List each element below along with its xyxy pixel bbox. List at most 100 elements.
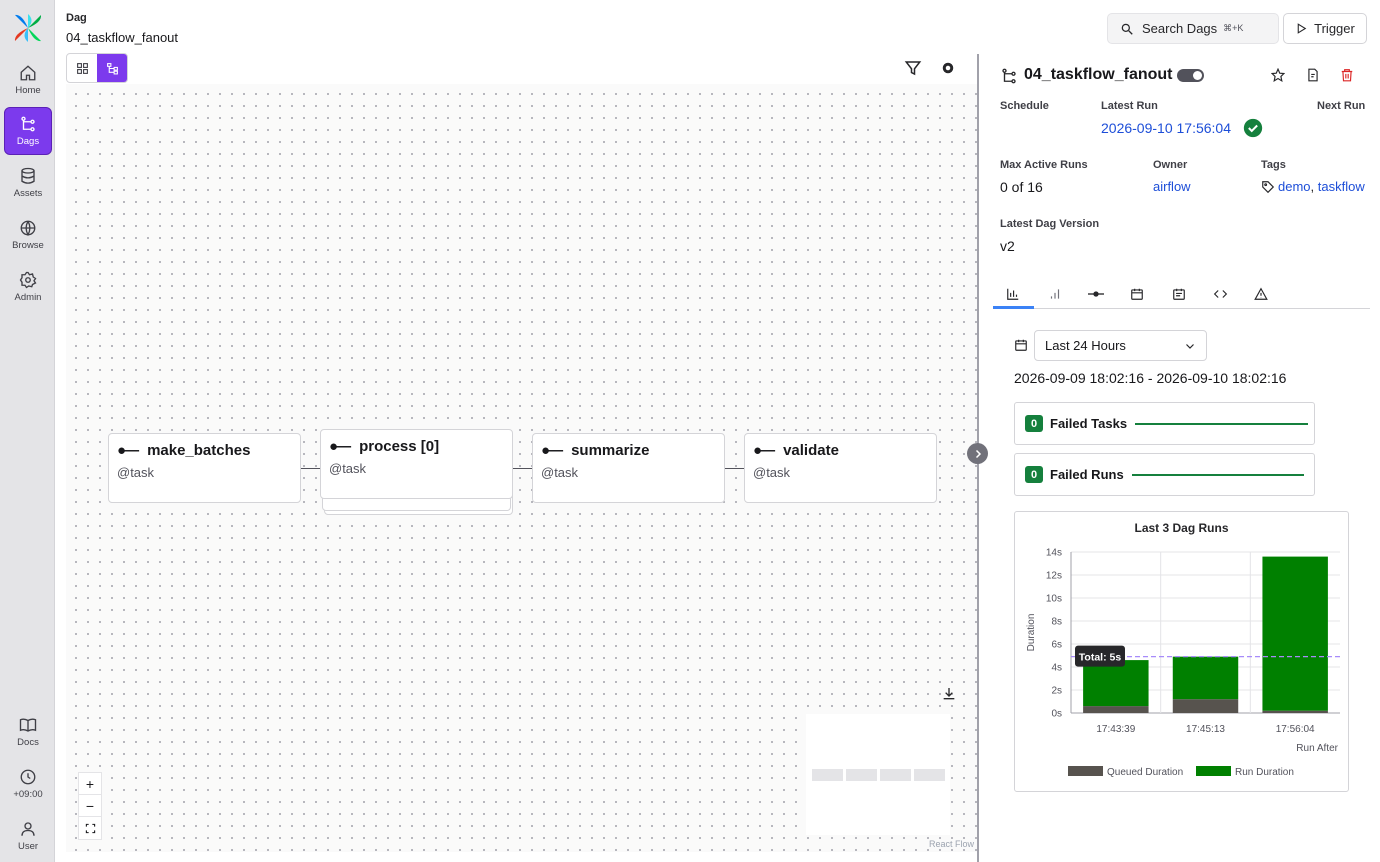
minimap[interactable]: [806, 714, 950, 835]
airflow-logo[interactable]: [12, 12, 44, 44]
tag-demo[interactable]: demo: [1278, 179, 1311, 194]
download-icon[interactable]: [941, 686, 957, 702]
failed-tasks-sparkline: [1135, 422, 1309, 425]
search-icon: [1121, 23, 1133, 35]
tag-icon: [1262, 180, 1275, 193]
search-shortcut: ⌘+K: [1223, 23, 1244, 33]
nav-timezone[interactable]: +09:00: [4, 760, 52, 808]
tab-code[interactable]: [1210, 284, 1230, 304]
fit-view-icon: [85, 823, 95, 833]
schedule-label: Schedule: [1000, 100, 1049, 112]
time-range-value: Last 24 Hours: [1045, 338, 1126, 353]
nav-home-label: Home: [15, 85, 41, 96]
y-tick-label: 10s: [1046, 594, 1062, 605]
x-tick-label: 17:45:13: [1186, 724, 1225, 735]
failed-runs-card[interactable]: 0 Failed Runs: [1014, 453, 1315, 496]
filter-icon[interactable]: [904, 59, 922, 77]
dags-icon: [21, 116, 35, 132]
failed-tasks-card[interactable]: 0 Failed Tasks: [1014, 402, 1315, 445]
reparse-icon[interactable]: [1306, 68, 1320, 82]
star-icon[interactable]: [1271, 68, 1285, 82]
delete-icon[interactable]: [1340, 68, 1354, 82]
nav-docs[interactable]: Docs: [4, 708, 52, 756]
nav-docs-label: Docs: [17, 737, 39, 748]
y-tick-label: 6s: [1051, 640, 1062, 651]
calendar-list-icon: [1173, 288, 1185, 300]
react-flow-attribution[interactable]: React Flow: [929, 839, 974, 849]
nav-assets[interactable]: Assets: [4, 159, 52, 207]
gear-icon: [19, 271, 37, 289]
task-node-make-batches[interactable]: ●— make_batches @task: [108, 433, 301, 503]
code-icon: [1213, 290, 1227, 298]
max-active-runs-value: 0 of 16: [1000, 179, 1043, 195]
nav-browse[interactable]: Browse: [4, 211, 52, 259]
edge-process-summarize: [512, 468, 532, 469]
zoom-out-button[interactable]: −: [79, 795, 101, 817]
tab-warnings[interactable]: [1251, 284, 1271, 304]
globe-icon: [20, 220, 36, 237]
minimap-node: [812, 769, 843, 781]
y-tick-label: 8s: [1051, 617, 1062, 628]
search-dags-button[interactable]: Search Dags ⌘+K: [1107, 13, 1279, 44]
owner-link[interactable]: airflow: [1153, 179, 1191, 194]
max-active-runs-label: Max Active Runs: [1000, 159, 1088, 171]
minimap-node: [880, 769, 911, 781]
tab-runs[interactable]: [1045, 284, 1065, 304]
tab-overview[interactable]: [1003, 284, 1023, 304]
trigger-button[interactable]: Trigger: [1283, 13, 1367, 44]
pause-toggle[interactable]: [1177, 69, 1204, 82]
edge-summarize-validate: [724, 468, 744, 469]
tag-taskflow[interactable]: taskflow: [1318, 179, 1365, 194]
trigger-label: Trigger: [1314, 21, 1355, 36]
minimap-node: [914, 769, 945, 781]
failed-runs-count: 0: [1025, 466, 1043, 483]
task-node-title: summarize: [571, 442, 650, 459]
details-tabs: [993, 280, 1370, 309]
clock-icon: [20, 769, 36, 785]
breadcrumb-dag-id[interactable]: 04_taskflow_fanout: [66, 30, 178, 45]
task-node-summarize[interactable]: ●— summarize @task: [532, 433, 725, 503]
latest-dag-version-label: Latest Dag Version: [1000, 218, 1100, 230]
owner-label: Owner: [1153, 159, 1188, 171]
tab-calendar[interactable]: [1127, 284, 1147, 304]
warning-icon: [1254, 287, 1268, 300]
task-node-process[interactable]: ●— process [0] @task: [320, 429, 513, 499]
failed-tasks-count: 0: [1025, 415, 1043, 432]
tab-tasks[interactable]: [1086, 284, 1106, 304]
time-range-select[interactable]: Last 24 Hours: [1034, 330, 1207, 361]
settings-icon[interactable]: [939, 59, 957, 77]
task-node-type: @task: [541, 465, 579, 480]
calendar-icon: [1131, 288, 1143, 300]
task-node-title: process [0]: [359, 438, 440, 455]
task-node-validate[interactable]: ●— validate @task: [744, 433, 937, 503]
view-toggle: [66, 53, 128, 83]
graph-icon: [106, 62, 118, 74]
dag-icon: [1002, 68, 1016, 84]
nav-admin[interactable]: Admin: [4, 263, 52, 311]
chevron-right-icon: [975, 449, 981, 458]
nav-home[interactable]: Home: [4, 56, 52, 104]
fit-view-button[interactable]: [79, 817, 101, 839]
graph-view-button[interactable]: [97, 54, 127, 82]
task-icon: ●—: [541, 442, 564, 459]
latest-run-link[interactable]: 2026-09-10 17:56:04: [1101, 120, 1231, 136]
tags-label: Tags: [1261, 159, 1286, 171]
breadcrumb-label: Dag: [66, 12, 87, 24]
user-icon: [21, 822, 35, 836]
zoom-controls: + −: [78, 772, 102, 840]
legend-swatch-run: [1196, 766, 1231, 776]
home-icon: [20, 65, 36, 81]
legend-swatch-queued: [1068, 766, 1103, 776]
tab-backfills[interactable]: [1169, 284, 1189, 304]
nav-timezone-label: +09:00: [13, 789, 43, 800]
nav-user[interactable]: User: [4, 812, 52, 860]
collapse-panel-button[interactable]: [967, 443, 988, 464]
nav-dags[interactable]: Dags: [4, 107, 52, 155]
latest-run-label: Latest Run: [1101, 100, 1158, 112]
next-run-label: Next Run: [1317, 100, 1366, 112]
zoom-in-button[interactable]: +: [79, 773, 101, 795]
grid-view-button[interactable]: [67, 54, 97, 82]
active-tab-indicator: [993, 306, 1034, 309]
failed-tasks-label: Failed Tasks: [1050, 416, 1128, 431]
bar-queued-duration: [1172, 699, 1239, 713]
